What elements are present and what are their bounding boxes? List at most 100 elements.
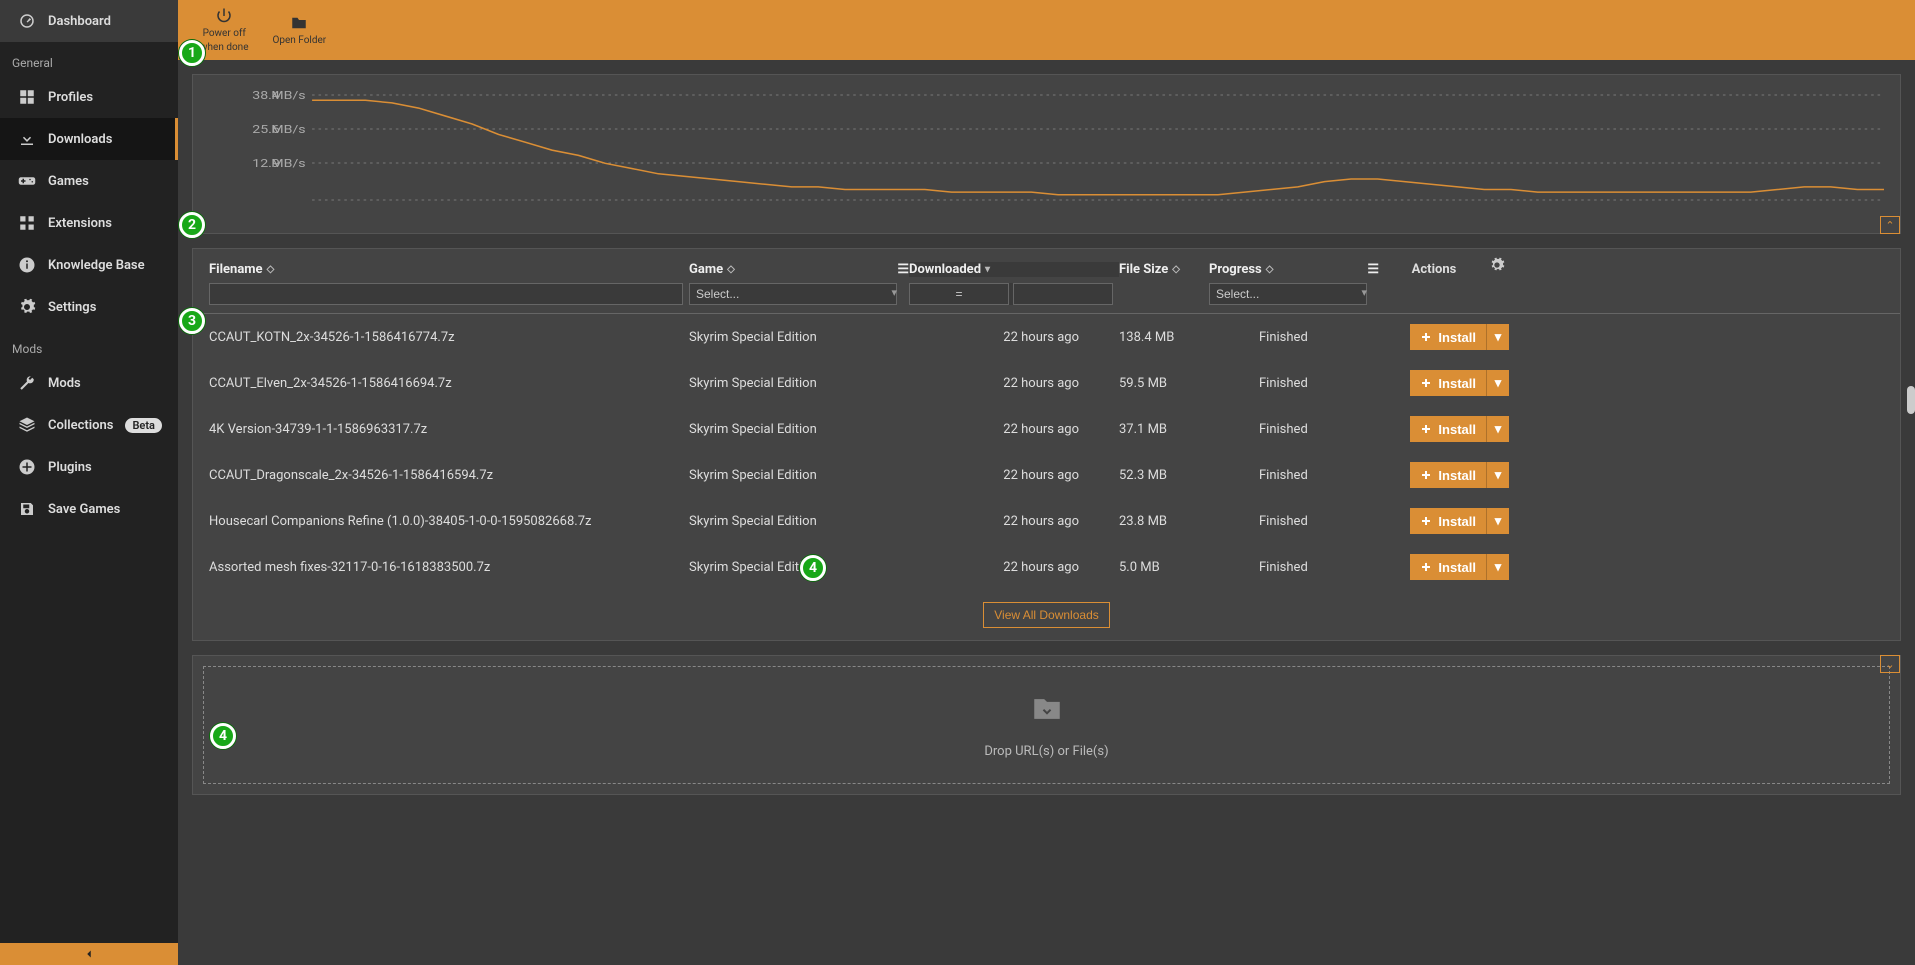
cell-action: Install ▾ bbox=[1379, 324, 1509, 350]
install-label: Install bbox=[1438, 422, 1476, 437]
filter-row: Select... Select... bbox=[193, 283, 1900, 314]
plus-icon bbox=[1420, 423, 1432, 435]
cell-downloaded: 22 hours ago bbox=[909, 330, 1119, 345]
table-row[interactable]: 4K Version-34739-1-1-1586963317.7zSkyrim… bbox=[193, 406, 1900, 452]
install-label: Install bbox=[1438, 330, 1476, 345]
sidebar-section-general: General bbox=[0, 42, 178, 76]
col-game[interactable]: Game◇☰ bbox=[689, 262, 909, 277]
col-downloaded[interactable]: Downloaded▾ bbox=[909, 262, 1119, 277]
sidebar-item-knowledge[interactable]: Knowledge Base bbox=[0, 244, 178, 286]
sort-down-icon: ▾ bbox=[985, 264, 990, 275]
annotation-marker-2: 2 bbox=[179, 212, 205, 238]
sidebar-collapse-button[interactable] bbox=[0, 943, 178, 965]
install-button[interactable]: Install ▾ bbox=[1410, 370, 1509, 396]
view-all-downloads-button[interactable]: View All Downloads bbox=[983, 602, 1110, 628]
sidebar-label: Extensions bbox=[48, 216, 112, 231]
install-label: Install bbox=[1438, 468, 1476, 483]
table-row[interactable]: Assorted mesh fixes-32117-0-16-161838350… bbox=[193, 544, 1900, 590]
scrollbar-thumb[interactable] bbox=[1907, 386, 1915, 414]
sidebar-item-downloads[interactable]: Downloads bbox=[0, 118, 178, 160]
annotation-marker-4a: 4 bbox=[800, 555, 826, 581]
install-button[interactable]: Install ▾ bbox=[1410, 324, 1509, 350]
install-dropdown-toggle[interactable]: ▾ bbox=[1487, 324, 1509, 350]
install-dropdown-toggle[interactable]: ▾ bbox=[1487, 508, 1509, 534]
filter-progress-select[interactable]: Select... bbox=[1209, 283, 1367, 305]
gauge-icon bbox=[18, 12, 36, 30]
filter-downloaded-input[interactable] bbox=[1013, 283, 1113, 305]
filter-game-select[interactable]: Select... bbox=[689, 283, 897, 305]
chevron-left-icon bbox=[82, 947, 96, 961]
cell-filesize: 59.5 MB bbox=[1119, 376, 1209, 391]
sidebar-item-collections[interactable]: Collections Beta bbox=[0, 404, 178, 446]
install-button[interactable]: Install ▾ bbox=[1410, 462, 1509, 488]
sidebar-item-games[interactable]: Games bbox=[0, 160, 178, 202]
sidebar-label: Downloads bbox=[48, 132, 112, 147]
sidebar-label: Collections bbox=[48, 418, 113, 433]
install-dropdown-toggle[interactable]: ▾ bbox=[1487, 554, 1509, 580]
wrench-icon bbox=[18, 374, 36, 392]
sidebar-item-savegames[interactable]: Save Games bbox=[0, 488, 178, 530]
install-dropdown-toggle[interactable]: ▾ bbox=[1487, 462, 1509, 488]
save-icon bbox=[18, 500, 36, 518]
cell-progress: Finished bbox=[1209, 330, 1379, 345]
table-header: Filename◇ Game◇☰ Downloaded▾ File Size◇ … bbox=[193, 249, 1900, 283]
filter-downloaded-op[interactable] bbox=[909, 283, 1009, 305]
install-dropdown-toggle[interactable]: ▾ bbox=[1487, 416, 1509, 442]
cell-filesize: 5.0 MB bbox=[1119, 560, 1209, 575]
filter-filename-input[interactable] bbox=[209, 283, 683, 305]
cell-filesize: 138.4 MB bbox=[1119, 330, 1209, 345]
table-row[interactable]: CCAUT_KOTN_2x-34526-1-1586416774.7zSkyri… bbox=[193, 314, 1900, 360]
sidebar-item-profiles[interactable]: Profiles bbox=[0, 76, 178, 118]
sidebar-item-dashboard[interactable]: Dashboard bbox=[0, 0, 178, 42]
sidebar-item-settings[interactable]: Settings bbox=[0, 286, 178, 328]
install-button[interactable]: Install▾ bbox=[1410, 554, 1509, 580]
sidebar-label: Mods bbox=[48, 376, 81, 391]
install-dropdown-toggle[interactable]: ▾ bbox=[1487, 370, 1509, 396]
open-folder-label: Open Folder bbox=[273, 35, 327, 46]
sidebar-item-plugins[interactable]: Plugins bbox=[0, 446, 178, 488]
chart-collapse-toggle[interactable]: ⌃ bbox=[1880, 216, 1900, 234]
cell-game: Skyrim Special Edition bbox=[689, 422, 909, 437]
grid-icon bbox=[18, 88, 36, 106]
plus-icon bbox=[1420, 331, 1432, 343]
table-row[interactable]: CCAUT_Dragonscale_2x-34526-1-1586416594.… bbox=[193, 452, 1900, 498]
table-row[interactable]: CCAUT_Elven_2x-34526-1-1586416694.7zSkyr… bbox=[193, 360, 1900, 406]
cell-action: Install ▾ bbox=[1379, 416, 1509, 442]
gear-icon bbox=[18, 298, 36, 316]
folder-icon bbox=[290, 14, 308, 32]
install-label: Install bbox=[1438, 376, 1476, 391]
install-button[interactable]: Install ▾ bbox=[1410, 416, 1509, 442]
cell-progress: Finished bbox=[1209, 468, 1379, 483]
cell-filename: CCAUT_Elven_2x-34526-1-1586416694.7z bbox=[209, 376, 689, 391]
cell-downloaded: 22 hours ago bbox=[909, 422, 1119, 437]
sort-icon: ◇ bbox=[1266, 264, 1274, 275]
cell-game: Skyrim Special Edition bbox=[689, 468, 909, 483]
col-filename[interactable]: Filename◇ bbox=[209, 262, 689, 277]
plus-icon bbox=[1420, 515, 1432, 527]
dropzone-collapse-toggle[interactable]: ⌄ bbox=[1880, 655, 1900, 673]
sidebar-section-mods: Mods bbox=[0, 328, 178, 362]
sidebar-item-mods[interactable]: Mods bbox=[0, 362, 178, 404]
sidebar-item-extensions[interactable]: Extensions bbox=[0, 202, 178, 244]
annotation-marker-3: 3 bbox=[179, 308, 205, 334]
col-progress[interactable]: Progress◇☰ bbox=[1209, 262, 1379, 277]
downloads-table-panel: Filename◇ Game◇☰ Downloaded▾ File Size◇ … bbox=[192, 248, 1901, 641]
cell-game: Skyrim Special Edition bbox=[689, 330, 909, 345]
download-icon bbox=[18, 130, 36, 148]
cell-downloaded: 22 hours ago bbox=[909, 560, 1119, 575]
table-row[interactable]: Housecarl Companions Refine (1.0.0)-3840… bbox=[193, 498, 1900, 544]
cell-filename: CCAUT_Dragonscale_2x-34526-1-1586416594.… bbox=[209, 468, 689, 483]
sidebar-label: Games bbox=[48, 174, 89, 189]
sidebar: Dashboard General Profiles Downloads Gam… bbox=[0, 0, 178, 965]
cell-progress: Finished bbox=[1209, 376, 1379, 391]
cell-progress: Finished bbox=[1209, 514, 1379, 529]
drop-zone[interactable]: Drop URL(s) or File(s) bbox=[203, 666, 1890, 784]
cell-game: Skyrim Special Edition bbox=[689, 560, 909, 575]
download-folder-icon bbox=[1030, 692, 1064, 726]
sidebar-label: Save Games bbox=[48, 502, 120, 517]
table-settings-button[interactable] bbox=[1489, 257, 1519, 277]
install-button[interactable]: Install▾ bbox=[1410, 508, 1509, 534]
open-folder-button[interactable]: Open Folder bbox=[261, 10, 339, 50]
plus-icon bbox=[1420, 469, 1432, 481]
col-filesize[interactable]: File Size◇ bbox=[1119, 262, 1209, 277]
